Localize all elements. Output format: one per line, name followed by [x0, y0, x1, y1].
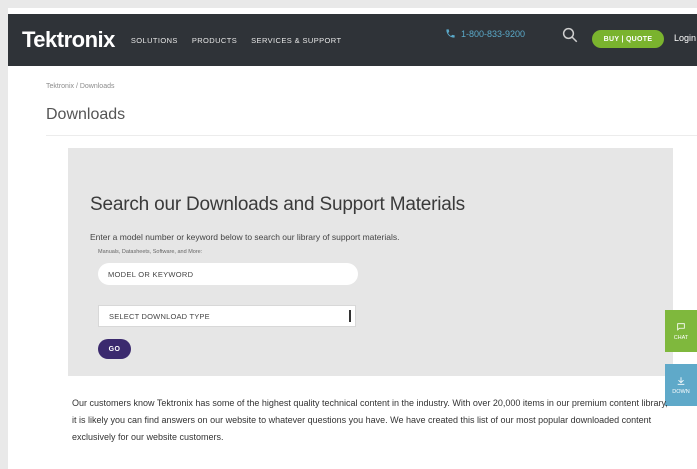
- top-navigation-bar: Tektronix SOLUTIONS PRODUCTS SERVICES & …: [8, 14, 697, 66]
- login-link[interactable]: Login: [674, 33, 696, 43]
- buy-quote-button[interactable]: BUY | QUOTE: [592, 30, 664, 48]
- breadcrumb[interactable]: Tektronix / Downloads: [46, 83, 114, 90]
- page-title: Downloads: [46, 106, 126, 123]
- page: Tektronix SOLUTIONS PRODUCTS SERVICES & …: [8, 8, 697, 469]
- nav-item-solutions[interactable]: SOLUTIONS: [131, 36, 178, 45]
- search-icon: [562, 27, 578, 43]
- search-panel-description: Enter a model number or keyword below to…: [90, 232, 400, 242]
- phone-number: 1-800-833-9200: [461, 28, 526, 39]
- side-tab-chat-label: CHAT: [673, 334, 689, 341]
- select-caret-icon: [349, 310, 351, 322]
- search-panel: Search our Downloads and Support Materia…: [68, 148, 673, 376]
- nav-item-products[interactable]: PRODUCTS: [192, 36, 237, 45]
- side-tab-chat[interactable]: CHAT: [665, 310, 697, 352]
- search-button[interactable]: [561, 26, 579, 44]
- download-icon: [677, 376, 685, 385]
- nav-item-services-support[interactable]: SERVICES & SUPPORT: [251, 36, 341, 45]
- model-keyword-input[interactable]: [98, 263, 358, 285]
- intro-paragraph: Our customers know Tektronix has some of…: [72, 398, 668, 442]
- go-button[interactable]: GO: [98, 339, 131, 359]
- chat-icon: [677, 322, 685, 331]
- side-tab-download-label: DOWN: [672, 388, 690, 395]
- title-divider: [46, 135, 697, 136]
- phone-icon: [446, 29, 455, 38]
- download-type-select[interactable]: SELECT DOWNLOAD TYPE: [98, 305, 356, 327]
- search-panel-heading: Search our Downloads and Support Materia…: [90, 194, 465, 215]
- tektronix-logo[interactable]: Tektronix: [22, 27, 115, 53]
- download-type-selected: SELECT DOWNLOAD TYPE: [109, 311, 210, 321]
- phone-link[interactable]: 1-800-833-9200: [445, 28, 525, 39]
- main-nav: SOLUTIONS PRODUCTS SERVICES & SUPPORT: [131, 36, 342, 45]
- search-field-label: Manuals, Datasheets, Software, and More:: [98, 249, 203, 255]
